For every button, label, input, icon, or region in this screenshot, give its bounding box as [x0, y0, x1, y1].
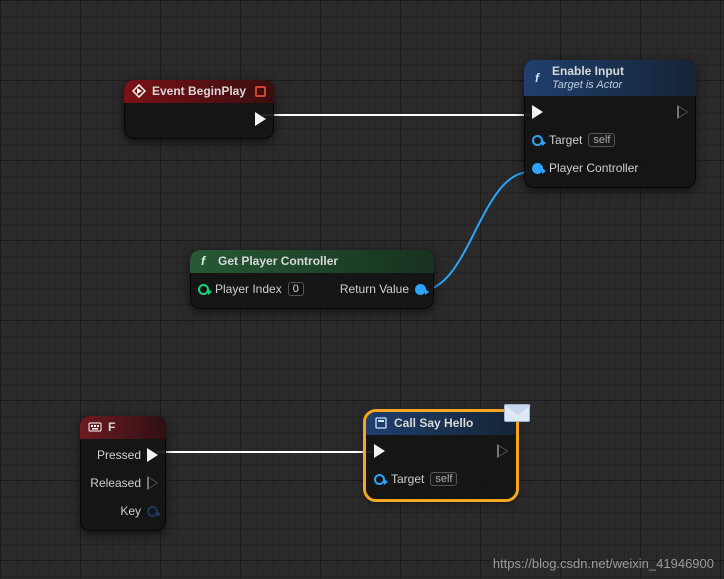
pin-label-target: Target — [549, 133, 582, 147]
pin-label-return-value: Return Value — [340, 282, 409, 296]
function-icon: f — [532, 71, 546, 85]
node-title: Call Say Hello — [394, 416, 473, 430]
exec-out-pin[interactable] — [677, 105, 688, 119]
player-controller-pin[interactable] — [532, 163, 543, 174]
target-self-value[interactable]: self — [430, 472, 457, 486]
return-value-pin[interactable] — [415, 284, 426, 295]
event-call-icon — [374, 416, 388, 430]
node-title: Event BeginPlay — [152, 84, 246, 98]
node-get-player-controller[interactable]: f Get Player Controller Player Index 0 R… — [190, 250, 434, 309]
exec-in-pin[interactable] — [532, 105, 543, 119]
node-event-beginplay[interactable]: Event BeginPlay — [124, 80, 274, 139]
message-envelope-icon — [504, 404, 530, 422]
pressed-exec-pin[interactable] — [147, 448, 158, 462]
key-output-pin[interactable] — [147, 506, 158, 517]
player-index-value[interactable]: 0 — [288, 282, 304, 296]
pin-label-pressed: Pressed — [97, 448, 141, 462]
pin-label-key: Key — [120, 504, 141, 518]
keyboard-icon — [88, 420, 102, 434]
watermark-text: https://blog.csdn.net/weixin_41946900 — [493, 556, 714, 571]
target-pin[interactable] — [374, 474, 385, 485]
target-self-value[interactable]: self — [588, 133, 615, 147]
released-exec-pin[interactable] — [147, 476, 158, 490]
pin-label-player-controller: Player Controller — [549, 161, 638, 175]
node-subtitle: Target is Actor — [552, 79, 624, 91]
node-title: F — [108, 420, 115, 434]
node-key-f[interactable]: F Pressed Released Key — [80, 416, 166, 531]
node-header[interactable]: Event BeginPlay — [124, 80, 274, 103]
node-header[interactable]: f Enable Input Target is Actor — [524, 60, 696, 96]
pin-label-target: Target — [391, 472, 424, 486]
target-pin[interactable] — [532, 135, 543, 146]
node-call-say-hello[interactable]: Call Say Hello Target self — [366, 412, 516, 499]
exec-in-pin[interactable] — [374, 444, 385, 458]
node-title: Enable Input — [552, 64, 624, 78]
svg-text:f: f — [201, 254, 206, 268]
function-icon: f — [198, 254, 212, 268]
node-header[interactable]: Call Say Hello — [366, 412, 516, 435]
node-header[interactable]: f Get Player Controller — [190, 250, 434, 273]
pin-label-player-index: Player Index — [215, 282, 282, 296]
delegate-pin-icon[interactable] — [255, 86, 266, 97]
player-index-pin[interactable] — [198, 284, 209, 295]
exec-out-pin[interactable] — [255, 112, 266, 126]
node-enable-input[interactable]: f Enable Input Target is Actor Target se… — [524, 60, 696, 188]
node-title: Get Player Controller — [218, 254, 338, 268]
node-header[interactable]: F — [80, 416, 166, 439]
svg-text:f: f — [535, 71, 540, 85]
exec-out-pin[interactable] — [497, 444, 508, 458]
event-icon — [132, 84, 146, 98]
pin-label-released: Released — [90, 476, 141, 490]
